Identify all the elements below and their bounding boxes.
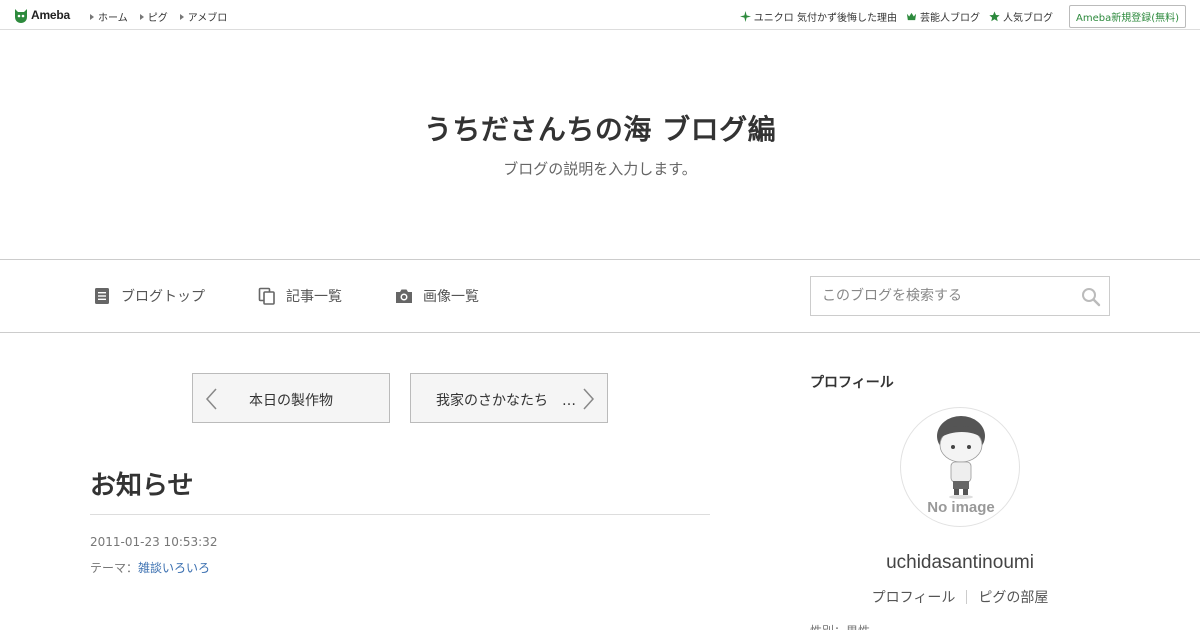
nav-blog-top[interactable]: ブログトップ: [93, 286, 205, 306]
theme-prefix: テーマ：: [90, 561, 139, 575]
top-nav: ホーム ピグ アメブロ: [90, 9, 227, 24]
triangle-right-icon: [179, 13, 184, 20]
blog-search: [810, 276, 1110, 316]
profile-heading: プロフィール: [810, 375, 894, 391]
nav-article-list[interactable]: 記事一覧: [258, 286, 342, 306]
uniqlo-ad-link[interactable]: ユニクロ 気付かず後悔した理由: [739, 9, 897, 24]
article-date: 2011-01-23 10:53:32: [90, 535, 218, 549]
camera-icon: [396, 289, 412, 303]
crown-icon: [906, 12, 917, 21]
logo-text: Ameba: [31, 8, 71, 22]
article-title[interactable]: お知らせ: [90, 465, 193, 502]
next-article-button[interactable]: 我家のさかなたち …: [410, 373, 608, 423]
profile-links: プロフィール ピグの部屋: [810, 587, 1110, 607]
register-button[interactable]: Ameba新規登録(無料): [1068, 5, 1186, 28]
top-nav-ameblo[interactable]: アメブロ: [179, 9, 227, 24]
chevron-left-icon: [205, 388, 217, 410]
copy-icon: [258, 287, 275, 305]
prev-article-button[interactable]: 本日の製作物: [192, 373, 390, 423]
article-divider: [90, 514, 710, 515]
theme-link[interactable]: 雑談いろいろ: [138, 561, 210, 575]
blog-nav: ブログトップ 記事一覧 画像一覧: [0, 259, 1200, 333]
chevron-right-icon: [583, 388, 595, 410]
profile-link[interactable]: プロフィール: [872, 587, 956, 607]
popular-blog-link[interactable]: 人気ブログ: [989, 9, 1053, 24]
blog-title[interactable]: うちださんちの海 ブログ編: [0, 108, 1200, 148]
next-article-label: 我家のさかなたち …: [436, 393, 576, 409]
search-input[interactable]: [811, 277, 1071, 315]
ameba-logo[interactable]: Ameba: [14, 6, 70, 24]
nav-image-list[interactable]: 画像一覧: [395, 286, 479, 306]
no-image-label: No image: [927, 499, 995, 516]
global-header: Ameba ホーム ピグ アメブロ ユニクロ 気付かず後悔した理由 芸能人ブログ…: [0, 0, 1200, 30]
star-icon: [989, 11, 1000, 22]
profile-gender: 性別：男性: [810, 622, 870, 630]
ameba-mascot-icon: [15, 8, 27, 23]
username[interactable]: uchidasantinoumi: [810, 552, 1110, 574]
top-nav-home[interactable]: ホーム: [90, 9, 128, 24]
triangle-right-icon: [90, 13, 94, 20]
triangle-right-icon: [139, 13, 144, 20]
pigg-room-link[interactable]: ピグの部屋: [978, 587, 1048, 607]
prev-article-label: 本日の製作物: [249, 393, 333, 409]
blog-description: ブログの説明を入力します。: [503, 160, 697, 178]
avatar[interactable]: No image: [900, 407, 1020, 527]
celebrity-blog-link[interactable]: 芸能人ブログ: [906, 9, 980, 24]
top-nav-pigg[interactable]: ピグ: [139, 9, 168, 24]
search-icon[interactable]: [1081, 287, 1101, 307]
top-right-links: ユニクロ 気付かず後悔した理由 芸能人ブログ 人気ブログ Ameba新規登録(無…: [739, 5, 1186, 28]
document-icon: [95, 288, 109, 304]
article-theme: テーマ：雑談いろいろ: [90, 559, 210, 576]
sparkle-icon: [739, 11, 751, 22]
link-separator: [966, 590, 968, 604]
